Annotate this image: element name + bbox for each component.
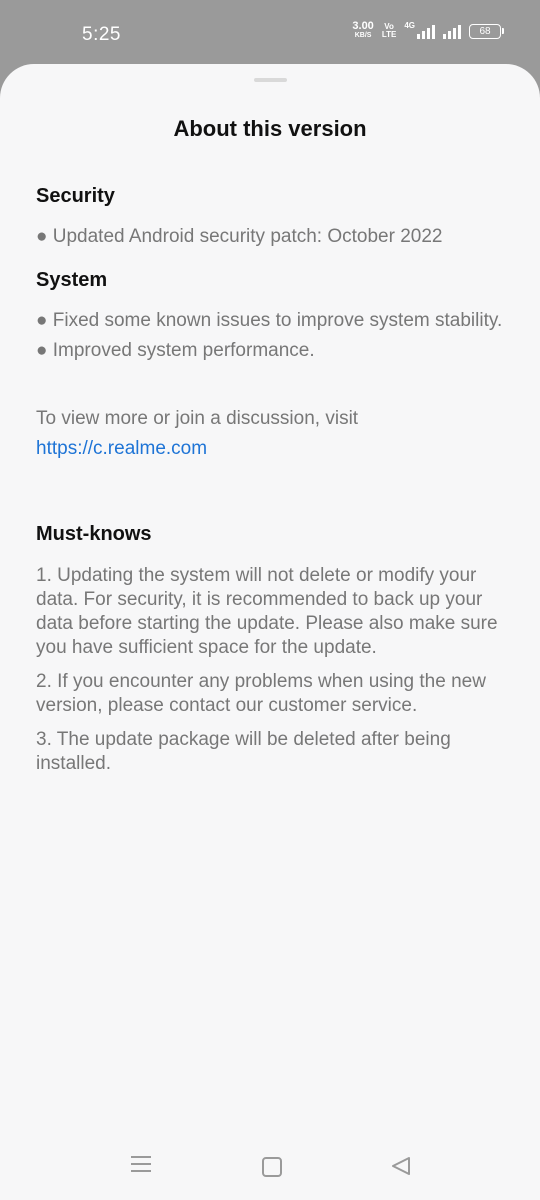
home-icon[interactable] (262, 1157, 282, 1177)
community-link[interactable]: https://c.realme.com (36, 438, 207, 459)
sheet-drag-handle[interactable] (254, 78, 287, 82)
menu-icon[interactable] (131, 1156, 151, 1174)
signal-strength-icon-sim2 (443, 23, 461, 39)
must-knows-item: 3. The update package will be deleted af… (36, 729, 451, 774)
system-item: ● Fixed some known issues to improve sys… (36, 310, 503, 331)
network-type: 4G (404, 21, 415, 30)
volte-icon: Vo LTE (382, 23, 397, 39)
discussion-text: To view more or join a discussion, visit (36, 408, 359, 429)
section-heading-security: Security (36, 185, 115, 207)
status-indicators: 3.00 KB/S Vo LTE 4G 68 (352, 20, 504, 40)
status-time: 5:25 (82, 24, 121, 45)
sheet-title: About this version (173, 116, 367, 141)
battery-icon: 68 (469, 23, 504, 39)
section-heading-system: System (36, 269, 108, 291)
must-knows-item: 1. Updating the system will not delete o… (36, 565, 498, 658)
discussion-link-line: https://c.realme.com (36, 434, 506, 464)
sheet-content: Security ● Updated Android security patc… (36, 182, 506, 786)
must-knows-item: 2. If you encounter any problems when us… (36, 671, 486, 716)
system-item: ● Improved system performance. (36, 340, 315, 361)
navigation-bar (0, 1140, 540, 1200)
battery-level: 68 (469, 23, 501, 39)
status-bar: 5:25 3.00 KB/S Vo LTE 4G 68 (0, 0, 540, 70)
version-info-sheet: About this version Security ● Updated An… (0, 64, 540, 1200)
security-item: ● Updated Android security patch: Octobe… (36, 226, 443, 247)
network-speed-unit: KB/S (354, 32, 372, 39)
network-speed-value: 3.00 (352, 20, 374, 32)
volte-bottom: LTE (381, 30, 397, 39)
section-heading-must-knows: Must-knows (36, 523, 152, 545)
signal-strength-icon-sim1 (417, 23, 435, 39)
network-speed: 3.00 KB/S (352, 20, 374, 40)
back-icon[interactable] (390, 1156, 412, 1181)
